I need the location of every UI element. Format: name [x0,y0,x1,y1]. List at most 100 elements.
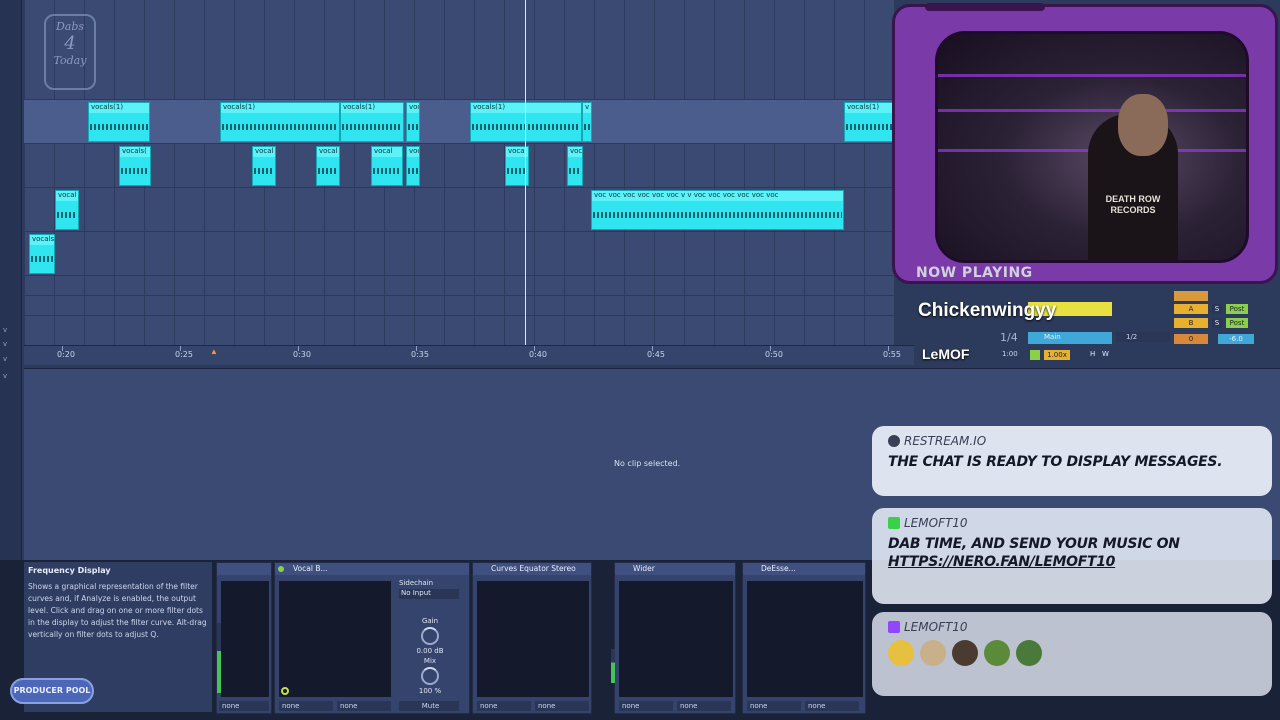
sidechain-input-select[interactable]: No Input [399,589,459,599]
audio-clip[interactable]: vocals(1) [844,102,894,142]
device-title-bar[interactable]: Vocal B... [275,563,469,575]
mixer-strip: Main 1/4 1:00 1.00x H W 1/2 A B 0 S S Po… [1000,286,1280,366]
info-description: Shows a graphical representation of the … [28,582,207,639]
post-toggle[interactable]: Post [1226,304,1248,314]
gain-knob[interactable] [421,627,439,645]
audio-clip[interactable]: voc [406,146,420,186]
audio-clip[interactable]: vocal [567,146,583,186]
audio-clip[interactable]: vocal [371,146,403,186]
clip-label: voc voc voc voc voc voc v v voc voc voc … [592,191,843,201]
mix-knob[interactable] [421,667,439,685]
clip-waveform [57,212,77,218]
arrangement-view[interactable]: Dabs 4 Today vocals(1) vocals(1) vocals(… [24,0,894,345]
audio-clip[interactable]: vocals( [119,146,151,186]
position-readout: 1/4 [1000,331,1018,344]
audio-clip[interactable]: vocals [29,234,55,274]
clip-waveform [408,168,418,174]
solo-button[interactable]: S [1212,318,1222,328]
clip-label: v [583,103,591,113]
now-playing-label: NOW PLAYING [916,265,1033,281]
device-title-bar[interactable]: Wider [615,563,735,575]
device-title-bar[interactable] [217,563,271,575]
chat-source: RESTREAM.IO [888,434,1256,448]
audio-clip[interactable]: vocal [55,190,79,230]
info-title: Frequency Display [28,566,111,575]
device-title-bar[interactable]: DeEsse... [743,563,865,575]
chat-message: LEMOFT10 [872,612,1272,696]
audio-clip[interactable]: vocals(1) [340,102,404,142]
device-power-button[interactable] [278,566,284,572]
logo-text: Today [53,54,87,67]
device-utility[interactable]: none [216,562,272,714]
filter-dot-icon[interactable] [281,687,289,695]
device-select[interactable]: none [219,701,269,711]
device-select[interactable]: none [477,701,531,711]
device-vocal-bus[interactable]: Vocal B... Sidechain No Input Gain 0.00 … [274,562,470,714]
now-playing-artist: LeMOF [922,346,970,362]
device-select[interactable]: none [337,701,391,711]
playhead[interactable] [525,0,526,345]
gain-value: 0.00 dB [416,647,444,655]
track-lane-selected[interactable] [24,100,894,144]
clip-waveform [121,168,149,174]
follow-toggle-icon[interactable] [1030,350,1040,360]
device-display [221,581,269,697]
device-display [619,581,733,697]
pan-value[interactable]: 0 [1174,334,1208,344]
device-select[interactable]: none [747,701,801,711]
clip-waveform [222,124,338,130]
track-lane[interactable] [24,0,894,100]
device-select[interactable]: none [805,701,859,711]
audio-clip[interactable]: vocal [316,146,340,186]
device-display [477,581,589,697]
emote-icon [888,640,914,666]
audio-clip[interactable]: vocals(1) [470,102,582,142]
volume-value[interactable]: -6.0 [1218,334,1254,344]
emote-icon [952,640,978,666]
send-b-value[interactable]: B [1174,318,1208,328]
clip-waveform [31,256,53,262]
device-title-bar[interactable]: Curves Equator Stereo [473,563,591,575]
audio-clip[interactable]: v [582,102,592,142]
device-select[interactable]: none [619,701,673,711]
audio-clip[interactable]: vocals(1) [88,102,150,142]
loop-marker-icon[interactable]: ▲ [210,347,218,356]
mute-button[interactable]: Mute [399,701,459,711]
send-a-value[interactable]: A [1174,304,1208,314]
ratio-select[interactable]: 1/2 [1116,332,1170,342]
device-select[interactable]: none [535,701,589,711]
clip-label: vocal [568,147,583,157]
device-curves-equator[interactable]: Curves Equator Stereo none none [472,562,592,714]
audio-clip[interactable]: voc voc voc voc voc voc v v voc voc voc … [591,190,844,230]
track-lane[interactable] [24,276,894,296]
h-button[interactable]: H [1090,348,1095,360]
clip-label: vocal [317,147,339,157]
clip-label: vocals(1) [89,103,149,113]
shelf-light [938,74,1246,77]
logo-text: Dabs [55,20,85,33]
solo-button[interactable]: S [1212,304,1222,314]
clip-label: vocals(1) [341,103,403,113]
device-deesser[interactable]: DeEsse... none none [742,562,866,714]
post-toggle[interactable]: Post [1226,318,1248,328]
track-lane[interactable] [24,144,894,188]
mix-label: Mix [423,657,437,665]
send-a-chip[interactable] [1174,291,1208,301]
time-ruler[interactable]: ▲ 0:20 0:25 0:30 0:35 0:40 0:45 0:50 0:5… [24,345,914,365]
track-lane[interactable] [24,232,894,276]
device-select[interactable]: none [677,701,731,711]
tempo-chip[interactable]: 1.00x [1044,350,1070,360]
device-wider[interactable]: Wider none none [611,562,736,714]
chat-source-name: LEMOFT10 [904,620,968,634]
rail-marker: v [3,326,8,334]
audio-clip[interactable]: vocals(1) [220,102,340,142]
audio-clip[interactable]: voc [406,102,420,142]
track-lane[interactable] [24,296,894,316]
w-button[interactable]: W [1102,348,1109,360]
chat-text: DAB TIME, AND SEND YOUR MUSIC ON [888,536,1180,552]
audio-clip[interactable]: vocal [252,146,276,186]
kick-icon [888,517,900,529]
chat-link[interactable]: HTTPS://NERO.FAN/LEMOFT10 [888,554,1256,570]
main-track-chip[interactable]: Main [1028,332,1112,344]
device-select[interactable]: none [279,701,333,711]
